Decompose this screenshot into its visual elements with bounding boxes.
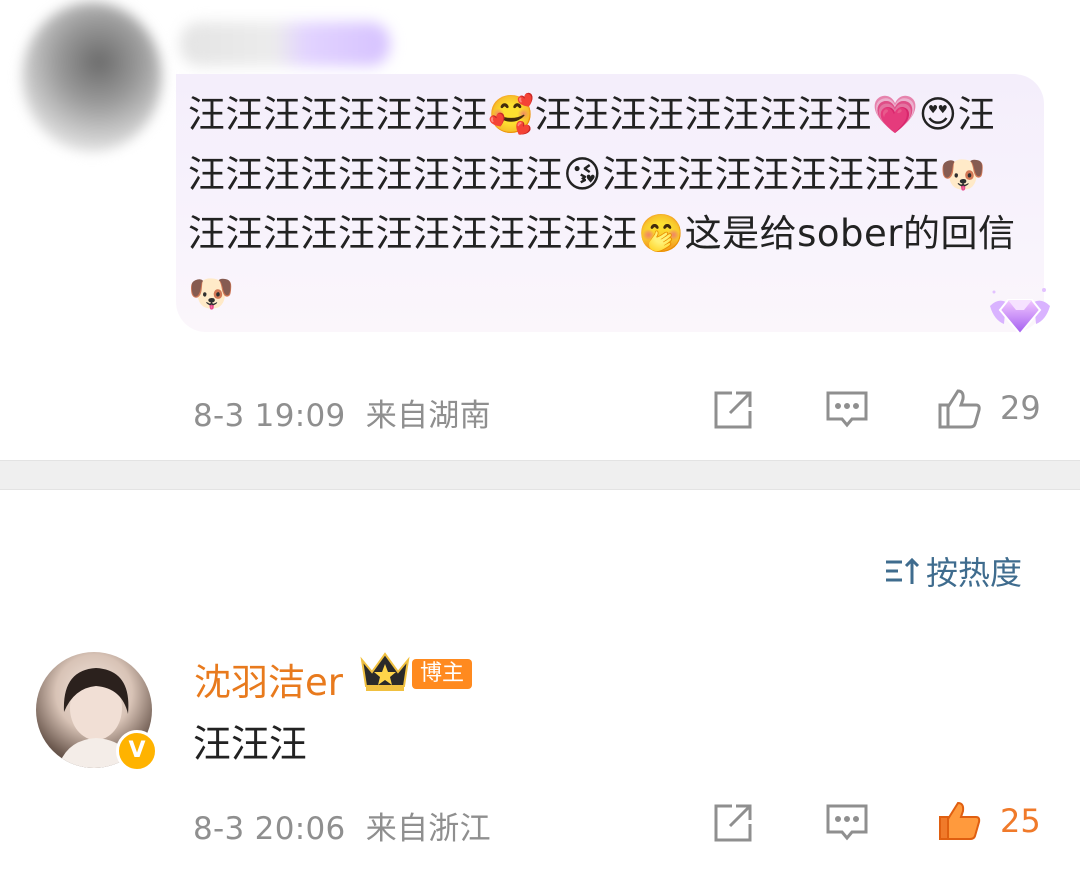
share-icon[interactable] [710, 387, 756, 433]
commenter-avatar[interactable] [22, 2, 162, 152]
reply-timestamp: 8-3 20:06 [193, 811, 346, 847]
comment-timestamp: 8-3 19:09 [193, 398, 346, 434]
like-count: 29 [1000, 389, 1041, 427]
comment-location: 来自湖南 [365, 398, 491, 434]
comment-text: 汪汪汪汪汪汪汪汪🥰汪汪汪汪汪汪汪汪汪💗😍汪汪汪汪汪汪汪汪汪汪汪😘汪汪汪汪汪汪汪汪… [188, 93, 1016, 315]
crown-icon [360, 652, 410, 691]
blogger-username[interactable]: 沈羽洁er [194, 652, 343, 706]
like-count: 25 [1000, 802, 1041, 840]
commenter-name-blurred[interactable] [180, 22, 390, 66]
sort-by-hot-button[interactable]: 按热度 [884, 548, 1022, 594]
reply-meta: 8-3 20:06 来自浙江 [193, 803, 491, 848]
section-divider [0, 460, 1080, 490]
liked-icon[interactable] [936, 797, 982, 843]
comment-icon[interactable] [824, 800, 870, 846]
comment-meta: 8-3 19:09 来自湖南 [193, 390, 491, 435]
reply-location: 来自浙江 [365, 811, 491, 847]
sort-label: 按热度 [926, 554, 1023, 592]
reply-text: 汪汪汪 [193, 722, 308, 766]
gem-badge-icon [990, 288, 1050, 336]
comment-icon[interactable] [824, 387, 870, 433]
blogger-tag: 博主 [412, 659, 473, 689]
verified-badge-icon: V [116, 730, 158, 772]
like-icon[interactable] [936, 385, 982, 431]
sort-icon [886, 557, 920, 584]
share-icon[interactable] [710, 800, 756, 846]
